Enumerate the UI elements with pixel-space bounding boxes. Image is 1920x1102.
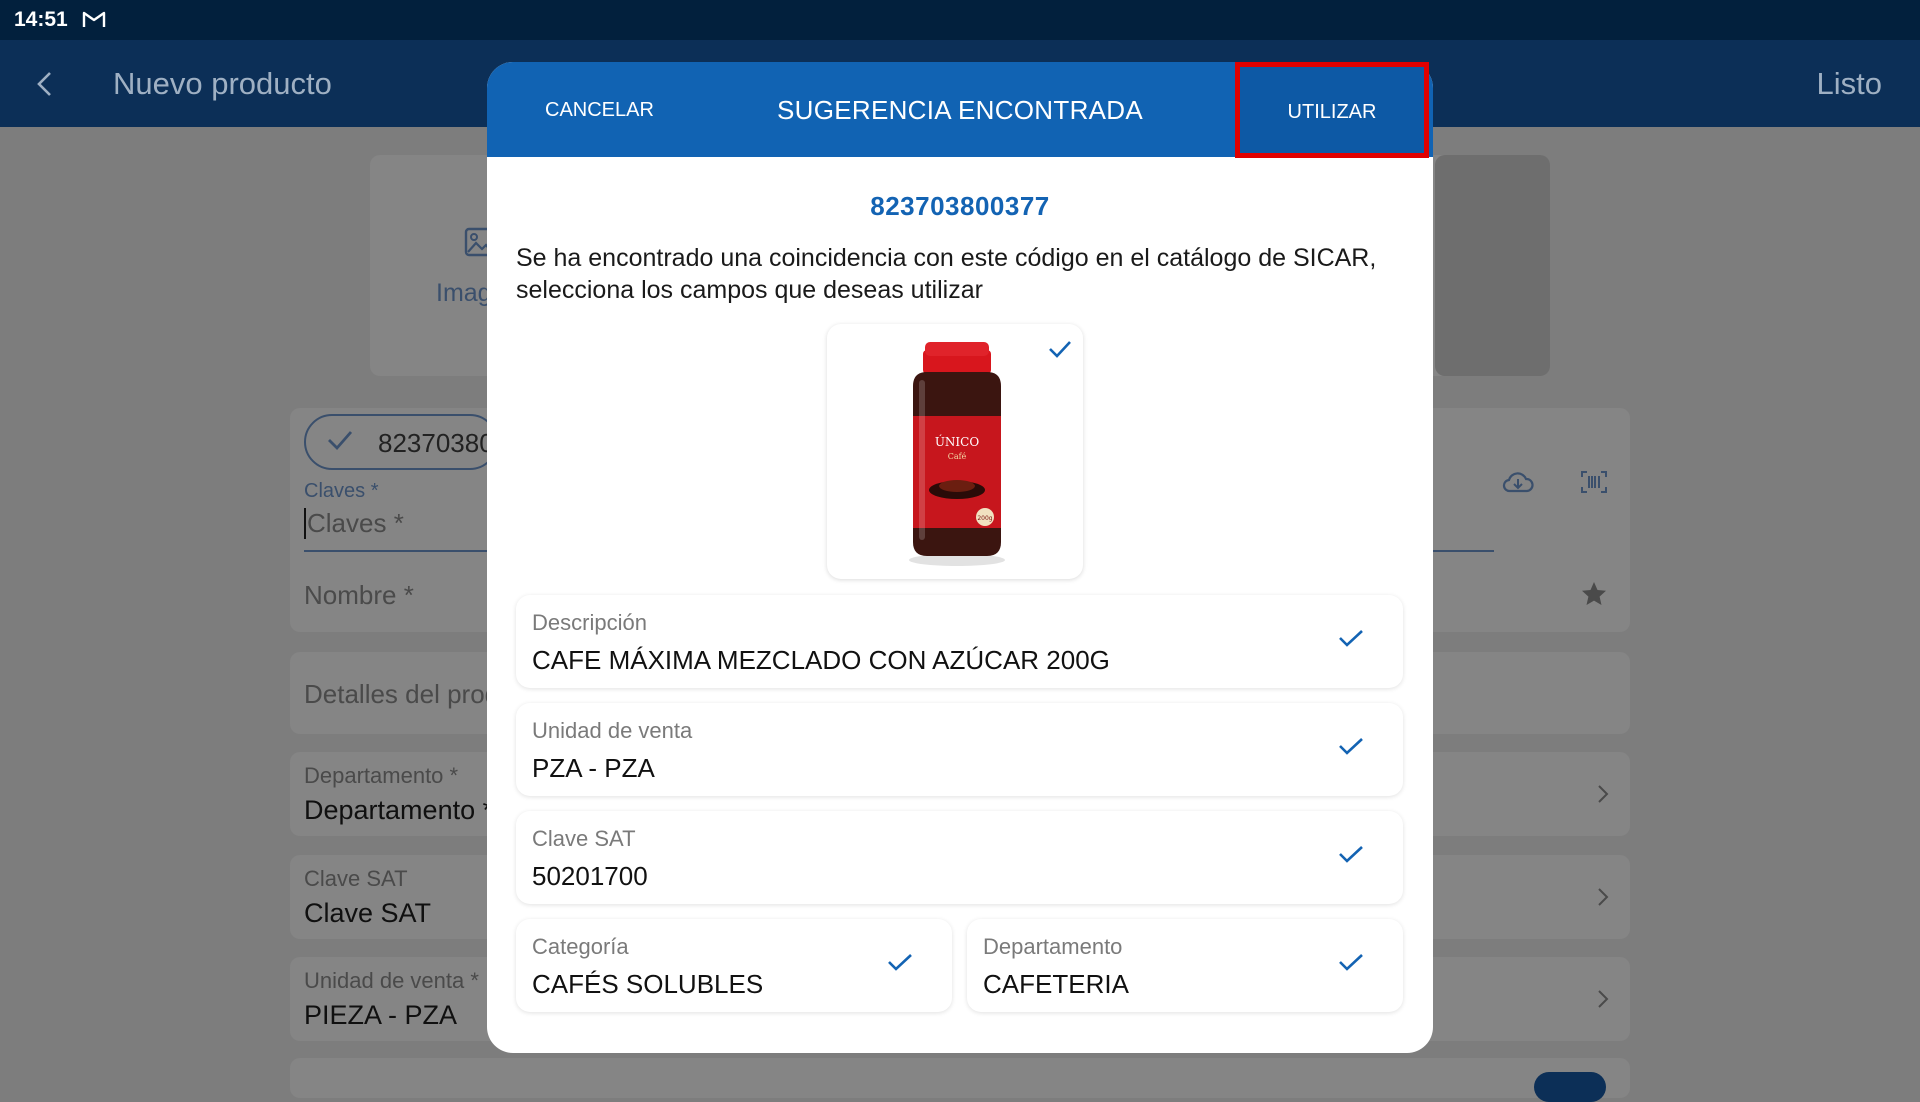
status-bar: 14:51 — [0, 0, 1920, 40]
unidad-venta-value: PIEZA - PZA — [304, 1000, 458, 1030]
departamento-label: Departamento * — [304, 763, 459, 788]
claves-input[interactable]: Claves * — [304, 508, 404, 539]
unidad-venta-label: Unidad de venta * — [304, 968, 479, 993]
descripcion-value: CAFE MÁXIMA MEZCLADO CON AZÚCAR 200G — [532, 645, 1110, 675]
product-sub-text: Café — [948, 452, 967, 461]
page-title: Nuevo producto — [113, 66, 332, 101]
claves-label: Claves * — [304, 480, 379, 502]
check-icon — [328, 431, 353, 451]
field-clave-sat[interactable]: Clave SAT 50201700 — [516, 811, 1403, 904]
done-button[interactable]: Listo — [1817, 66, 1882, 102]
descripcion-label: Descripción — [532, 610, 647, 635]
check-icon — [1049, 341, 1071, 358]
dialog-message: Se ha encontrado una coincidencia con es… — [516, 244, 1377, 304]
clave-sat-label: Clave SAT — [304, 866, 408, 891]
suggestion-dialog: CANCELAR SUGERENCIA ENCONTRADA 823703800… — [487, 62, 1433, 1053]
check-icon — [888, 954, 912, 971]
chevron-right-icon — [1598, 785, 1609, 803]
clave-sat-label: Clave SAT — [532, 826, 636, 851]
field-categoria[interactable]: Categoría CAFÉS SOLUBLES — [516, 919, 952, 1012]
barcode-value: 823703800377 — [870, 191, 1050, 221]
use-button[interactable]: UTILIZAR — [1235, 62, 1429, 158]
unidad-venta-value: PZA - PZA — [532, 753, 655, 783]
categoria-label: Categoría — [532, 934, 629, 959]
detalles-input: Detalles del prod — [304, 679, 500, 709]
departamento-value: Departamento * — [304, 795, 494, 825]
check-icon — [1339, 954, 1363, 971]
star-icon[interactable] — [1580, 580, 1608, 608]
barcode-chip-text: 82370380 — [378, 428, 494, 458]
check-icon — [1339, 630, 1363, 647]
product-image: ÚNICO Café 200g — [909, 342, 1005, 566]
field-departamento[interactable]: Departamento CAFETERIA — [967, 919, 1403, 1012]
barcode-chip[interactable]: 82370380 — [304, 414, 498, 470]
next-row — [290, 1058, 1630, 1102]
image-placeholder — [1435, 155, 1550, 376]
chevron-right-icon — [1598, 990, 1609, 1008]
clave-sat-value: 50201700 — [532, 861, 648, 891]
product-weight-text: 200g — [977, 515, 992, 522]
chevron-right-icon — [1598, 888, 1609, 906]
categoria-value: CAFÉS SOLUBLES — [532, 969, 764, 999]
toggle-switch[interactable] — [1534, 1072, 1606, 1102]
field-unidad-venta[interactable]: Unidad de venta PZA - PZA — [516, 703, 1403, 796]
product-brand-text: ÚNICO — [935, 433, 980, 449]
status-time: 14:51 — [14, 8, 68, 31]
barcode-scan-icon[interactable] — [1580, 470, 1608, 494]
unidad-venta-label: Unidad de venta — [532, 718, 693, 743]
check-icon — [1339, 846, 1363, 863]
product-image-card[interactable]: ÚNICO Café 200g — [827, 324, 1083, 579]
use-button-label: UTILIZAR — [1287, 101, 1377, 123]
cloud-download-icon[interactable] — [1502, 470, 1534, 494]
check-icon — [1339, 738, 1363, 755]
back-arrow-icon[interactable] — [34, 70, 56, 98]
clave-sat-value: Clave SAT — [304, 898, 432, 928]
gmail-icon — [82, 11, 106, 27]
departamento-value: CAFETERIA — [983, 969, 1129, 999]
nombre-input[interactable]: Nombre * — [304, 580, 414, 611]
departamento-label: Departamento — [983, 934, 1123, 959]
field-descripcion[interactable]: Descripción CAFE MÁXIMA MEZCLADO CON AZÚ… — [516, 595, 1403, 688]
image-label: Imag — [436, 279, 492, 307]
